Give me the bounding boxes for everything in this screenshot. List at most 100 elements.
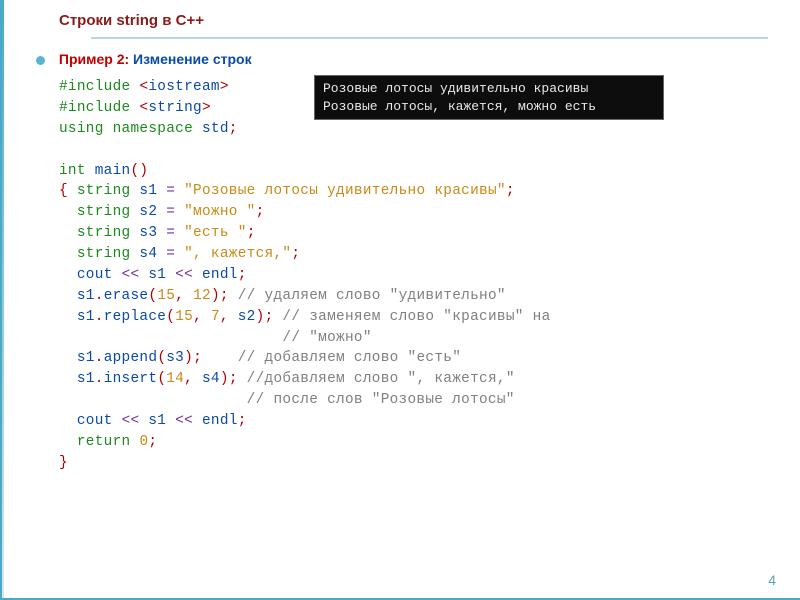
code-tok: main [95,163,131,179]
code-tok: << [122,413,140,429]
code-tok: , [184,371,202,387]
code-tok: . [95,309,104,325]
code-tok: << [175,267,193,283]
code-tok: ; [193,350,202,366]
code-tok: ) [256,309,265,325]
code-tok: ; [238,267,247,283]
code-tok: s2 [131,204,167,220]
code-tok: return [77,434,140,450]
code-tok: 15 [175,309,193,325]
console-line: Розовые лотосы удивительно красивы [323,81,588,96]
code-tok: #include [59,100,139,116]
code-tok: s1 [139,267,175,283]
code-tok: s3 [131,225,167,241]
code-tok: ) [184,350,193,366]
code-tok: > [202,100,211,116]
code-tok: . [95,288,104,304]
code-tok: endl [193,267,238,283]
code-tok: ; [506,183,515,199]
code-block: #include <iostream> #include <string> us… [59,77,800,474]
code-tok: 12 [193,288,211,304]
code-tok: << [122,267,140,283]
code-tok: ; [148,434,157,450]
code-tok: string [148,100,202,116]
code-tok: // "можно" [59,330,372,346]
code-tok: int [59,163,95,179]
page-number: 4 [768,572,776,588]
code-tok: endl [193,413,238,429]
code-tok: s1 [77,371,95,387]
code-tok: s1 [131,183,167,199]
code-tok [59,434,77,450]
code-tok: string [77,204,131,220]
code-tok: // заменяем слово "красивы" на [274,309,551,325]
code-tok: "можно " [175,204,255,220]
code-tok: = [166,183,175,199]
code-tok: // после слов "Розовые лотосы" [59,392,515,408]
code-tok: cout [77,267,122,283]
code-tok: ( [157,350,166,366]
code-tok [59,288,77,304]
code-tok: #include [59,79,139,95]
code-tok: << [175,413,193,429]
code-tok: = [166,246,175,262]
code-tok: = [166,225,175,241]
code-tok: s3 [166,350,184,366]
code-tok: , [193,309,211,325]
code-tok [59,267,77,283]
code-tok: replace [104,309,167,325]
code-tok: string [77,225,131,241]
code-tok: 7 [211,309,220,325]
code-tok: string [77,183,131,199]
code-tok: () [131,163,149,179]
code-tok: 15 [157,288,175,304]
code-tok: ; [247,225,256,241]
title-underline [91,37,768,39]
code-tok: using namespace [59,121,202,137]
example-text: Изменение строк [129,51,251,67]
code-tok: } [59,455,68,471]
code-tok: ) [220,371,229,387]
code-tok [59,309,77,325]
code-tok: . [95,350,104,366]
code-tok: s1 [139,413,175,429]
code-tok [59,225,77,241]
slide-title: Строки string в С++ [59,12,800,29]
bullet-icon [36,56,45,65]
code-tok: ) [211,288,220,304]
code-tok [59,413,77,429]
code-tok: = [166,204,175,220]
code-tok: insert [104,371,158,387]
code-tok [59,371,77,387]
code-tok: "есть " [175,225,247,241]
code-tok: ; [291,246,300,262]
example-label: Пример 2: [59,51,129,67]
code-tok: iostream [148,79,220,95]
console-line: Розовые лотосы, кажется, можно есть [323,99,596,114]
code-tok: ; [256,204,265,220]
code-tok: ( [157,371,166,387]
code-tok: ( [148,288,157,304]
code-tok [59,350,77,366]
code-tok: append [104,350,158,366]
code-tok: . [95,371,104,387]
console-output: Розовые лотосы удивительно красивы Розов… [314,75,664,120]
code-tok [59,204,77,220]
code-tok: //добавляем слово ", кажется," [238,371,515,387]
code-tok: // добавляем слово "есть" [238,350,461,366]
code-tok: { [59,183,77,199]
code-tok: ; [229,371,238,387]
code-tok: s1 [77,309,95,325]
code-tok: std [202,121,229,137]
code-tok: s4 [131,246,167,262]
code-tok: // удаляем слово "удивительно" [229,288,506,304]
code-tok: "Розовые лотосы удивительно красивы" [175,183,506,199]
code-tok: 14 [166,371,184,387]
code-tok: cout [77,413,122,429]
code-tok [59,246,77,262]
code-tok: s4 [202,371,220,387]
code-tok: s1 [77,350,95,366]
code-tok: ; [238,413,247,429]
code-tok [202,350,238,366]
code-tok: ( [166,309,175,325]
